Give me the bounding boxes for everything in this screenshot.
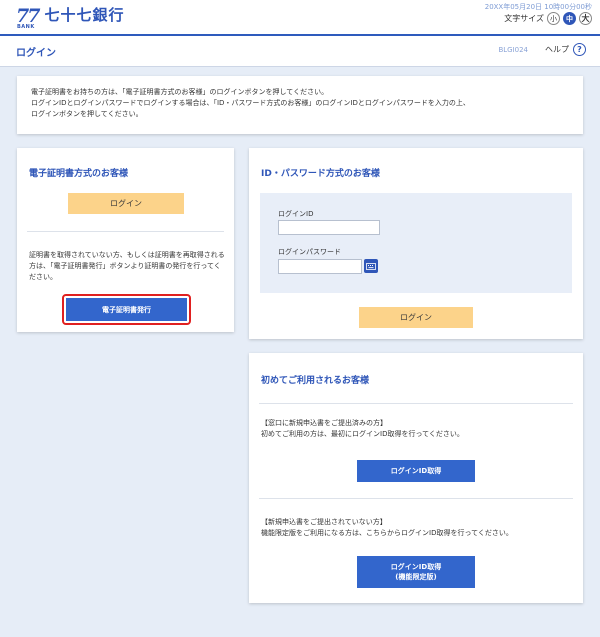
credentials-box: ログインID ログインパスワード: [260, 193, 572, 293]
limited-button-line-1: ログインID取得: [390, 563, 442, 571]
bank-logo[interactable]: 77 BANK 七十七銀行: [16, 5, 125, 30]
cert-login-button[interactable]: ログイン: [68, 193, 184, 214]
logo-sub: BANK: [17, 24, 35, 30]
font-size-medium-button[interactable]: 中: [563, 12, 576, 25]
section1-text: 初めてご利用の方は、最初にログインID取得を行ってください。: [261, 430, 464, 438]
font-size-small-button[interactable]: 小: [547, 12, 560, 25]
section2-heading: 【新規申込書をご提出されていない方】: [261, 518, 387, 526]
cert-description: 証明書を取得されていない方、もしくは証明書を再取得される方は、「電子証明書発行」…: [29, 251, 225, 281]
id-password-panel: ID・パスワード方式のお客様 ログインID ログインパスワード ログイン: [249, 148, 583, 339]
first-divider-2: [259, 498, 573, 499]
limited-button-line-2: (機能限定版): [395, 573, 437, 581]
font-size-switcher: 文字サイズ 小 中 大: [504, 12, 592, 25]
font-size-label: 文字サイズ: [504, 14, 544, 23]
password-label: ログインパスワード: [278, 248, 341, 256]
app-header: 77 BANK 七十七銀行 20XX年05月20日 10時00分00秒 文字サイ…: [0, 0, 600, 36]
section2-text: 機能限定版をご利用になる方は、こちらからログインID取得を行ってください。: [261, 529, 513, 537]
first-divider-1: [259, 403, 573, 404]
page-title: ログイン: [16, 48, 56, 59]
cert-divider: [27, 231, 224, 232]
login-id-label: ログインID: [278, 210, 314, 218]
get-login-id-limited-button[interactable]: ログインID取得 (機能限定版): [357, 556, 475, 588]
help-label[interactable]: ヘルプ: [545, 44, 569, 55]
get-login-id-button[interactable]: ログインID取得: [357, 460, 475, 482]
notice-line-2: ログインIDとログインパスワードでログインする場合は、「ID・パスワード方式のお…: [31, 99, 470, 107]
bank-name: 七十七銀行: [44, 6, 125, 24]
page-titlebar: ログイン BLGI024 ヘルプ ?: [0, 36, 600, 67]
current-datetime: 20XX年05月20日 10時00分00秒: [484, 3, 592, 11]
first-time-panel: 初めてご利用されるお客様 【窓口に新規申込書をご提出済みの方】 初めてご利用の方…: [249, 353, 583, 603]
section1-heading: 【窓口に新規申込書をご提出済みの方】: [261, 419, 387, 427]
notice-line-3: ログインボタンを押してください。: [31, 110, 143, 118]
cert-login-panel: 電子証明書方式のお客様 ログイン 証明書を取得されていない方、もしくは証明書を再…: [17, 148, 234, 332]
cert-panel-title: 電子証明書方式のお客様: [29, 169, 129, 179]
software-keyboard-icon[interactable]: [364, 259, 378, 273]
notice-line-1: 電子証明書をお持ちの方は、「電子証明書方式のお客様」のログインボタンを押してくだ…: [31, 88, 329, 96]
password-input[interactable]: [278, 259, 362, 274]
logo-mark: 77: [16, 5, 40, 27]
screen-id: BLGI024: [498, 46, 528, 54]
login-notice: 電子証明書をお持ちの方は、「電子証明書方式のお客様」のログインボタンを押してくだ…: [17, 76, 583, 134]
help-link[interactable]: ヘルプ ?: [545, 43, 586, 56]
help-icon[interactable]: ?: [573, 43, 586, 56]
id-login-button[interactable]: ログイン: [359, 307, 473, 328]
login-id-input[interactable]: [278, 220, 380, 235]
cert-issue-button[interactable]: 電子証明書発行: [66, 298, 187, 321]
font-size-large-button[interactable]: 大: [579, 12, 592, 25]
first-panel-title: 初めてご利用されるお客様: [261, 376, 370, 386]
id-panel-title: ID・パスワード方式のお客様: [261, 169, 380, 179]
